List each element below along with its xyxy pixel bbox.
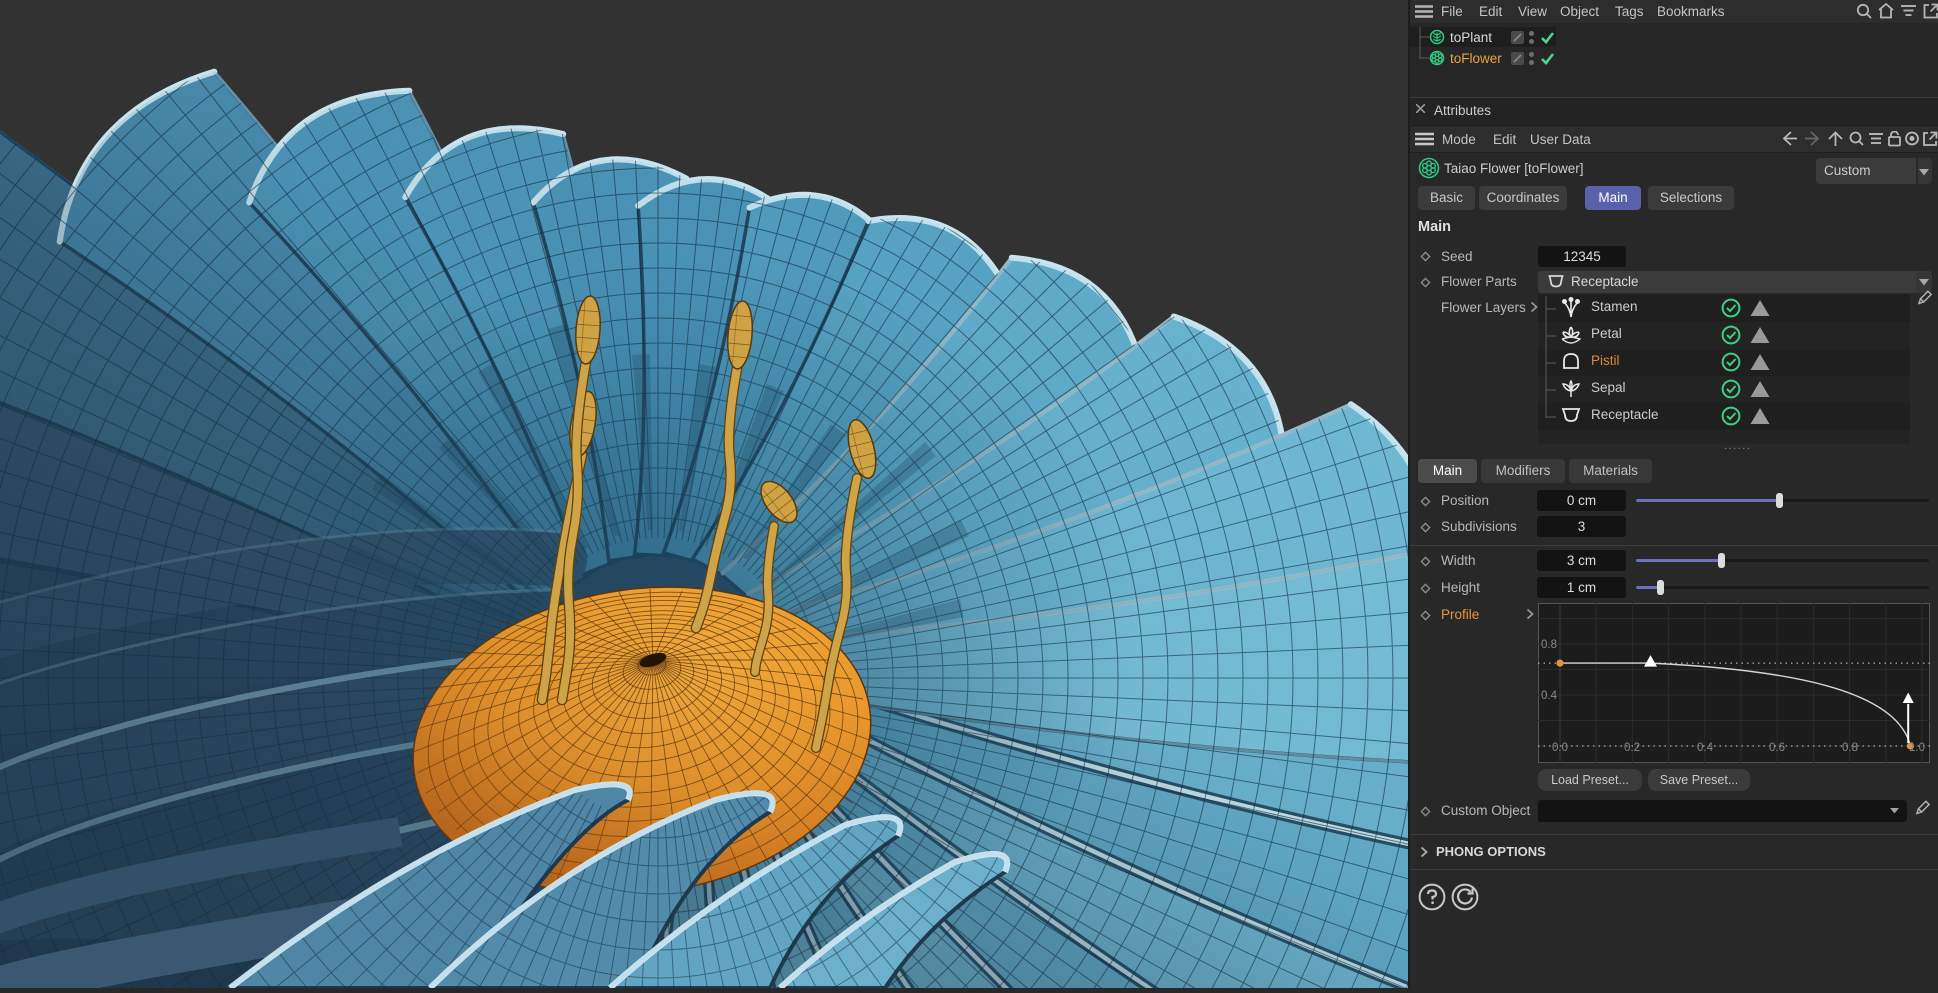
svg-text:0.6: 0.6	[1769, 742, 1785, 754]
svg-text:0.2: 0.2	[1624, 742, 1640, 754]
svg-text:0.0: 0.0	[1552, 742, 1568, 754]
svg-text:0.8: 0.8	[1842, 742, 1858, 754]
svg-text:0.4: 0.4	[1697, 742, 1714, 754]
svg-text:0.4: 0.4	[1541, 690, 1558, 702]
svg-text:0.8: 0.8	[1541, 639, 1557, 651]
svg-text:1.0: 1.0	[1909, 742, 1925, 754]
